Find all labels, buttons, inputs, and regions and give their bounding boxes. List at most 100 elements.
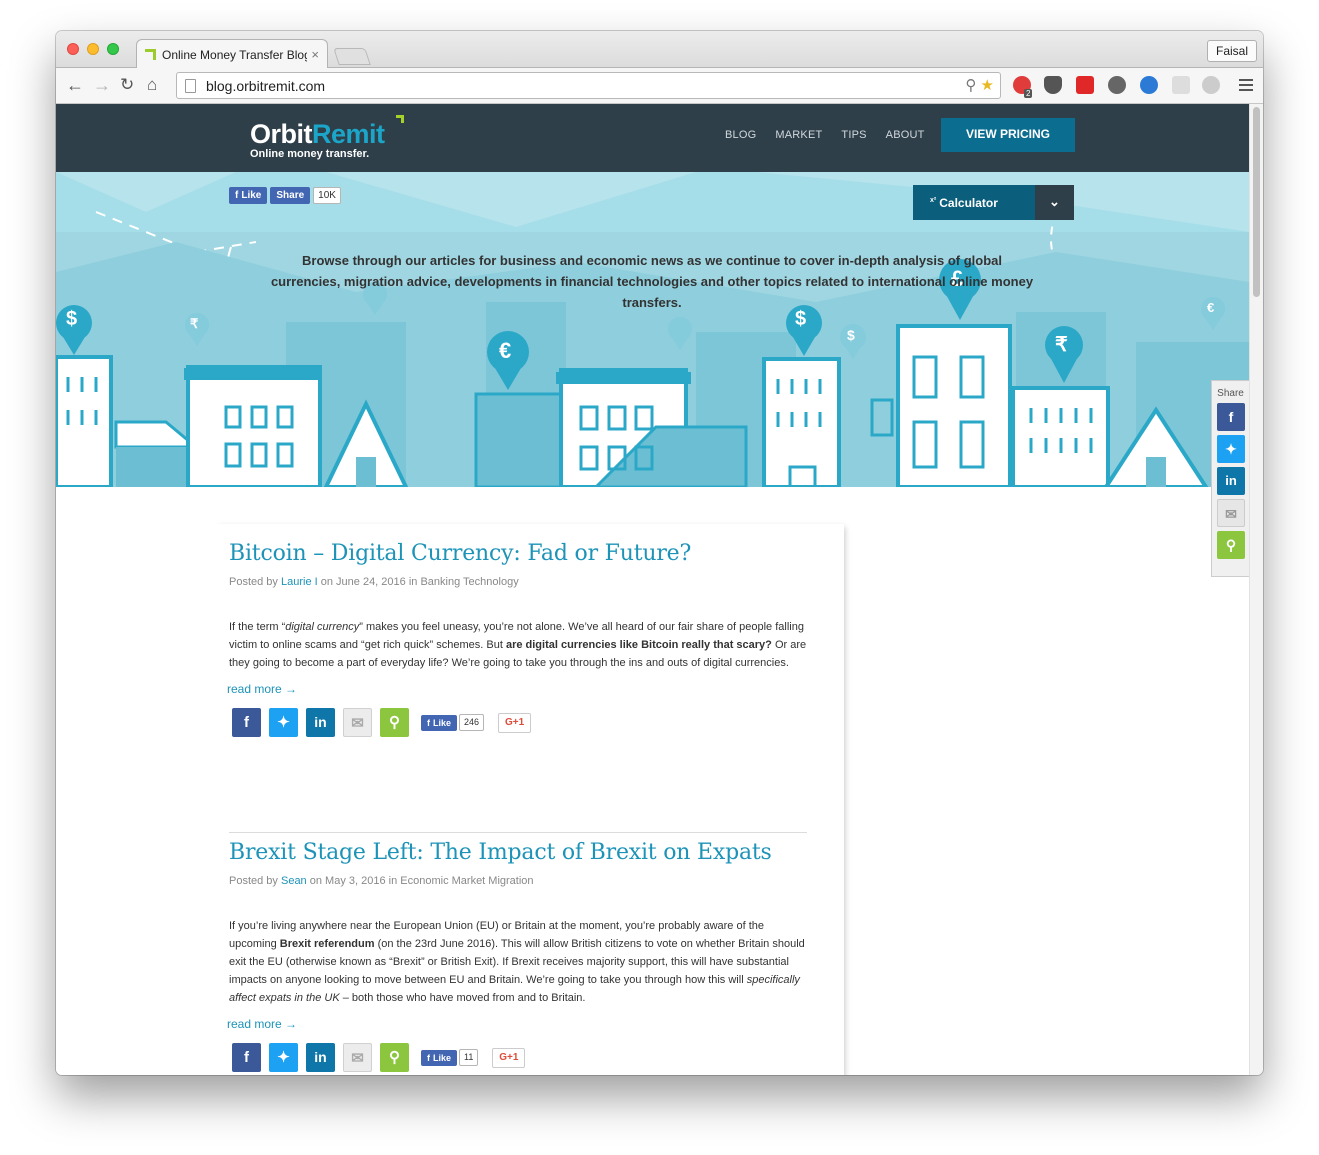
nav-blog[interactable]: BLOG — [725, 129, 756, 141]
window-controls — [67, 43, 119, 55]
logo-mark-icon — [396, 115, 404, 123]
post-list: Bitcoin – Digital Currency: Fad or Futur… — [211, 524, 844, 1075]
euro-pin-icon: € — [499, 338, 512, 363]
calculator-button[interactable]: x² Calculator ⌄ — [913, 185, 1074, 220]
new-tab-button[interactable] — [333, 48, 371, 65]
rupee-pin-icon: ₹ — [1055, 334, 1068, 356]
reload-icon[interactable]: ↻ — [120, 75, 134, 95]
zoom-window-button[interactable] — [107, 43, 119, 55]
share-icon[interactable]: ⚲ — [380, 1043, 409, 1072]
facebook-share-icon[interactable]: f — [1217, 403, 1245, 431]
minimize-window-button[interactable] — [87, 43, 99, 55]
yoast-icon[interactable] — [1140, 76, 1158, 94]
rupee-pin-icon: ₹ — [190, 316, 199, 331]
facebook-icon[interactable]: f — [232, 1043, 261, 1072]
nav-market[interactable]: MARKET — [775, 129, 822, 141]
view-pricing-button[interactable]: VIEW PRICING — [941, 118, 1075, 152]
browser-toolbar: ← → ↻ ⌂ blog.orbitremit.com ⚲ ★ 2 — [56, 68, 1263, 104]
linkedin-share-icon[interactable]: in — [1217, 467, 1245, 495]
hero-intro-text: Browse through our articles for business… — [270, 253, 1034, 310]
twitter-icon[interactable]: ✦ — [269, 1043, 298, 1072]
favicon-icon — [145, 49, 156, 60]
post-category-link[interactable]: Economic Market Migration — [400, 875, 533, 887]
close-window-button[interactable] — [67, 43, 79, 55]
back-arrow-icon[interactable]: ← — [66, 75, 84, 95]
flipboard-icon[interactable] — [1076, 76, 1094, 94]
nav-tips[interactable]: TIPS — [841, 129, 866, 141]
orbitremit-logo[interactable]: OrbitRemit Online money transfer. — [250, 115, 404, 160]
page-scrollbar[interactable] — [1249, 104, 1263, 1075]
facebook-like-widget: f Like 11 — [421, 1049, 479, 1066]
profile-button[interactable]: Faisal — [1206, 40, 1257, 62]
tab-close-icon[interactable]: × — [311, 47, 319, 62]
post-category-link[interactable]: Banking Technology — [420, 576, 518, 588]
extension-badge: 2 — [1024, 89, 1033, 98]
google-plus-button[interactable]: G+1 — [492, 1047, 526, 1068]
scrollbar-thumb[interactable] — [1253, 107, 1260, 297]
calculator-label: Calculator — [939, 195, 998, 210]
page-viewport: OrbitRemit Online money transfer. BLOG M… — [56, 104, 1249, 1075]
google-plus-button[interactable]: G+1 — [498, 712, 532, 733]
address-bar[interactable]: blog.orbitremit.com ⚲ ★ — [176, 72, 1001, 99]
read-more-link[interactable]: read more → — [227, 682, 809, 696]
url-text: blog.orbitremit.com — [206, 77, 326, 94]
share-sidebar-label: Share — [1217, 388, 1244, 399]
post-divider — [229, 832, 807, 833]
facebook-like-count: 246 — [459, 714, 485, 731]
home-icon[interactable]: ⌂ — [147, 75, 157, 95]
facebook-icon[interactable]: f — [232, 708, 261, 737]
search-zoom-star-icon[interactable]: ⚲ ★ — [965, 76, 994, 94]
hero-banner: $ ₹ € $ $ £ ₹ € f Like Share 10K x² Calcul… — [56, 172, 1249, 487]
facebook-like-button[interactable]: f Like — [229, 187, 268, 204]
logo-tagline: Online money transfer. — [250, 148, 370, 160]
extension-icon[interactable] — [1172, 76, 1190, 94]
post-share-buttons: f ✦ in ✉ ⚲ f Like 246 G+1 — [232, 708, 809, 737]
chevron-down-icon[interactable]: ⌄ — [1035, 185, 1074, 220]
pocket-icon[interactable] — [1044, 76, 1062, 94]
share-icon[interactable]: ⚲ — [1217, 531, 1245, 559]
forward-arrow-icon[interactable]: → — [93, 75, 111, 95]
facebook-like-button[interactable]: f Like — [421, 1049, 458, 1066]
email-icon[interactable]: ✉ — [343, 1043, 372, 1072]
post-title[interactable]: Bitcoin – Digital Currency: Fad or Futur… — [229, 540, 809, 568]
share-icon[interactable]: ⚲ — [380, 708, 409, 737]
euro-pin-icon: € — [1207, 300, 1215, 315]
evernote-icon[interactable] — [1108, 76, 1126, 94]
facebook-share-button[interactable]: Share — [270, 187, 311, 204]
blog-post: Brexit Stage Left: The Impact of Brexit … — [227, 839, 809, 1072]
page-icon — [185, 78, 196, 93]
post-author-link[interactable]: Laurie I — [281, 576, 318, 588]
twitter-icon[interactable]: ✦ — [269, 708, 298, 737]
main-nav: BLOG MARKET TIPS ABOUT — [725, 129, 925, 141]
tab-title: Online Money Transfer Blog — [162, 47, 308, 62]
read-more-link[interactable]: read more → — [227, 1017, 809, 1031]
linkedin-icon[interactable]: in — [306, 1043, 335, 1072]
post-excerpt: If you’re living anywhere near the Europ… — [229, 920, 805, 1004]
email-icon[interactable]: ✉ — [343, 708, 372, 737]
nav-about[interactable]: ABOUT — [886, 129, 925, 141]
post-excerpt: If the term “digital currency” makes you… — [229, 621, 807, 669]
settings-extension-icon[interactable] — [1202, 76, 1220, 94]
browser-tab[interactable]: Online Money Transfer Blog × — [136, 39, 328, 69]
twitter-share-icon[interactable]: ✦ — [1217, 435, 1245, 463]
linkedin-icon[interactable]: in — [306, 708, 335, 737]
dollar-pin-icon: $ — [66, 308, 78, 330]
site-header: OrbitRemit Online money transfer. BLOG M… — [56, 104, 1249, 172]
post-share-buttons: f ✦ in ✉ ⚲ f Like 11 G+1 — [232, 1043, 809, 1072]
share-sidebar: Share f ✦ in ✉ ⚲ — [1211, 380, 1249, 577]
post-author-link[interactable]: Sean — [281, 875, 307, 887]
post-title[interactable]: Brexit Stage Left: The Impact of Brexit … — [229, 839, 809, 867]
dollar-pin-icon: $ — [847, 327, 855, 343]
facebook-like-bar: f Like Share 10K — [229, 187, 341, 204]
post-meta: Posted by Sean on May 3, 2016 in Economi… — [229, 875, 534, 887]
browser-window: Online Money Transfer Blog × Faisal ← → … — [56, 31, 1263, 1075]
calculator-icon: x² — [930, 196, 937, 204]
blog-post: Bitcoin – Digital Currency: Fad or Futur… — [227, 540, 809, 737]
logo-remit: Remit — [312, 119, 385, 149]
email-share-icon[interactable]: ✉ — [1217, 499, 1245, 527]
logo-orbit: Orbit — [250, 119, 313, 149]
facebook-like-count: 10K — [313, 187, 341, 204]
menu-icon[interactable] — [1239, 79, 1253, 94]
facebook-like-button[interactable]: f Like — [421, 714, 458, 731]
title-bar: Online Money Transfer Blog × Faisal — [56, 31, 1263, 69]
